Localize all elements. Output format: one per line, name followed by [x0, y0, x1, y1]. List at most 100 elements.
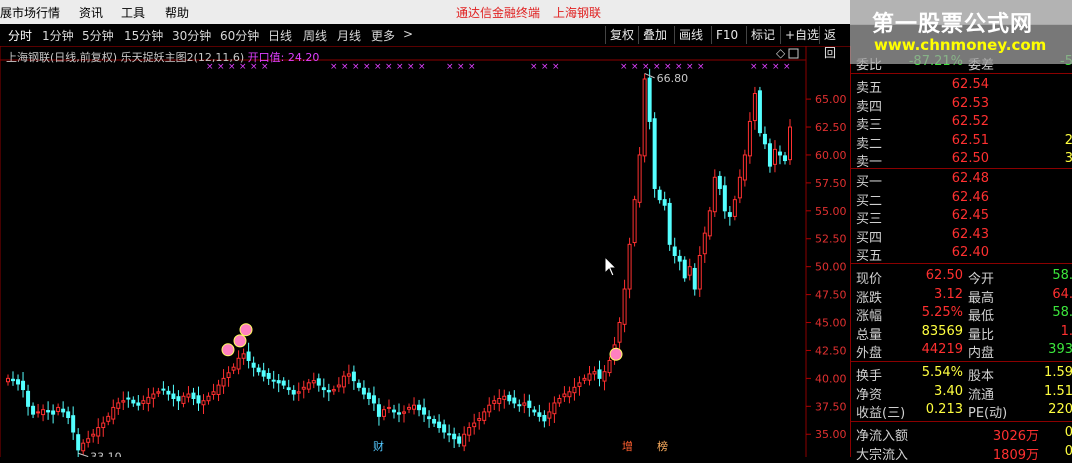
candle	[246, 351, 251, 362]
sell-level-row[interactable]: 卖五 62.54	[851, 77, 1072, 96]
candle	[16, 379, 21, 385]
sell-level-row[interactable]: 卖四 62.53	[851, 95, 1072, 115]
buy-level-row[interactable]: 买五 62.40	[851, 245, 1072, 264]
sell-level-row[interactable]: 卖三 62.52	[851, 114, 1072, 133]
candle	[662, 199, 667, 206]
period-tab-60min[interactable]: 60分钟	[220, 27, 259, 44]
add-watchlist-button[interactable]: +自选	[780, 26, 823, 44]
candle	[527, 400, 532, 408]
menu-tools[interactable]: 工具	[121, 4, 145, 21]
more-arrow-icon[interactable]: >	[403, 27, 413, 41]
app-title: 通达信金融终端	[456, 6, 541, 20]
buy-level-row[interactable]: 买一 62.48	[851, 171, 1072, 190]
period-tab-more[interactable]: 更多	[371, 27, 395, 44]
candle	[627, 243, 632, 290]
candle	[657, 189, 662, 201]
stat-row[interactable]: 收益(三) 0.213 PE(动) 220	[851, 402, 1072, 421]
candle	[677, 255, 682, 262]
back-button[interactable]: 返回	[819, 26, 850, 60]
flow-row[interactable]: 净流入额 3026万 0	[851, 425, 1072, 444]
stat-row[interactable]: 涨幅 5.25% 最低 58.	[851, 305, 1072, 324]
candle	[226, 372, 231, 378]
candle	[261, 370, 266, 377]
candle	[487, 404, 492, 413]
indicator-value: 开口值: 24.20	[247, 51, 320, 64]
stat-row[interactable]: 外盘 44219 内盘 393	[851, 342, 1072, 361]
stat-row[interactable]: 换手 5.54% 股本 1.59	[851, 365, 1072, 384]
candle	[762, 133, 767, 145]
overlay-button[interactable]: 叠加	[638, 26, 671, 44]
candle	[156, 391, 161, 394]
mark-button[interactable]: 标记	[746, 26, 779, 44]
candle	[697, 255, 702, 290]
stat-row[interactable]: 涨跌 3.12 最高 64.	[851, 287, 1072, 306]
candle	[86, 438, 91, 443]
candle	[467, 427, 472, 436]
y-tick-label: 35.00	[815, 428, 847, 441]
candle	[767, 143, 772, 167]
candle	[11, 378, 16, 382]
sell-level-row[interactable]: 卖二 62.51 2	[851, 133, 1072, 152]
flow-row[interactable]: 大宗流入 1809万 0	[851, 444, 1072, 463]
menu-news[interactable]: 资讯	[79, 4, 103, 21]
buy-level-row[interactable]: 买二 62.46	[851, 190, 1072, 209]
candle	[206, 395, 211, 402]
stat-label-2: 今开	[968, 272, 995, 287]
candle	[356, 382, 361, 388]
candle	[131, 399, 136, 404]
order-volume: 3	[1064, 151, 1072, 166]
candle	[642, 78, 647, 157]
candle	[687, 266, 692, 276]
candle	[722, 185, 727, 212]
period-tab-5min[interactable]: 5分钟	[82, 27, 114, 44]
stat-row[interactable]: 总量 83569 量比 1.	[851, 324, 1072, 343]
candle	[161, 388, 166, 391]
candle	[386, 406, 391, 409]
signal-x-marker: ×	[418, 62, 426, 72]
menu-help[interactable]: 帮助	[165, 4, 189, 21]
period-tab-daily[interactable]: 日线	[268, 27, 292, 44]
signal-x-marker: ×	[783, 62, 791, 72]
signal-x-marker: ×	[446, 62, 454, 72]
candle	[31, 405, 36, 415]
candle	[717, 175, 722, 189]
buy-level-row[interactable]: 买四 62.43	[851, 227, 1072, 246]
stat-label: 总量	[856, 327, 883, 343]
period-tab-monthly[interactable]: 月线	[337, 27, 361, 44]
diamond-icon[interactable]: ◇	[776, 46, 786, 60]
stat-row[interactable]: 现价 62.50 今开 58.	[851, 268, 1072, 287]
period-tab-15min[interactable]: 15分钟	[124, 27, 163, 44]
period-tab-30min[interactable]: 30分钟	[172, 27, 211, 44]
low-price-label: 33.10	[90, 451, 122, 457]
adjust-button[interactable]: 复权	[605, 26, 638, 44]
menu-market[interactable]: 展市场行情	[0, 4, 60, 21]
candle	[712, 176, 717, 213]
candle	[637, 154, 642, 203]
period-tab-weekly[interactable]: 周线	[303, 27, 327, 44]
period-tab-timeshare[interactable]: 分时	[8, 27, 32, 44]
stat-label-2: 最低	[968, 309, 995, 324]
window-toggle-icon[interactable]	[788, 48, 799, 59]
buy-level-row[interactable]: 买三 62.45	[851, 208, 1072, 227]
stat-label: 涨跌	[856, 290, 883, 306]
kline-chart[interactable]: 35.00 37.50 40.00 42.50 45.00 47.50 50.00 52.50…	[0, 46, 850, 457]
order-price: 62.53	[951, 95, 989, 111]
candle	[702, 232, 707, 255]
candle	[171, 393, 176, 399]
candle	[462, 433, 467, 447]
stat-row[interactable]: 净资 3.40 流通 1.51	[851, 384, 1072, 403]
chart-title: 上海钢联(日线,前复权) 乐天捉妖主图2(12,11,6) 开口值: 24.20	[6, 49, 319, 65]
draw-line-button[interactable]: 画线	[674, 26, 707, 44]
candle	[597, 369, 602, 379]
period-tab-1min[interactable]: 1分钟	[42, 27, 74, 44]
candle	[422, 407, 427, 415]
candle	[26, 390, 31, 407]
candle	[346, 373, 351, 377]
stat-label-2: 流通	[968, 387, 995, 403]
signal-x-marker: ×	[530, 62, 538, 72]
stat-label: 现价	[856, 272, 883, 287]
candle	[752, 93, 757, 122]
sell-level-row[interactable]: 卖一 62.50 3	[851, 151, 1072, 170]
demon-signal-icon	[221, 343, 235, 357]
f10-button[interactable]: F10	[711, 26, 742, 44]
